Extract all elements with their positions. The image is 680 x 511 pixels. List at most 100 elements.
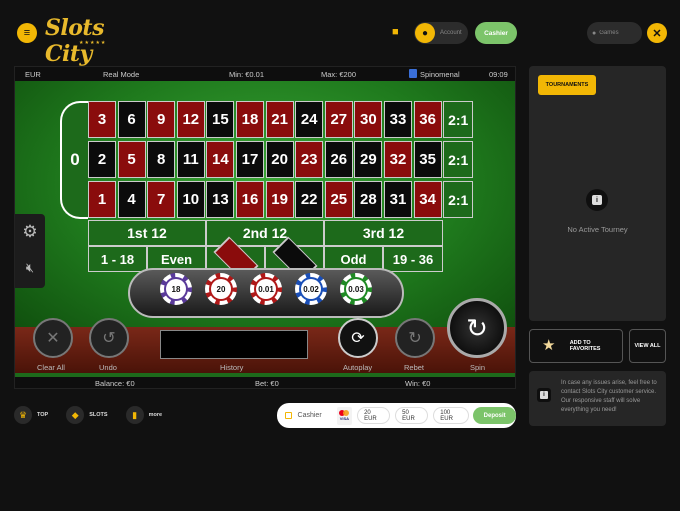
number-23[interactable]: 23 (295, 141, 324, 178)
number-27[interactable]: 27 (324, 101, 353, 138)
amount-20-button[interactable]: 20 EUR (357, 407, 391, 424)
bet-1-18[interactable]: 1 - 18 (88, 246, 147, 272)
number-35[interactable]: 35 (413, 141, 442, 178)
number-28[interactable]: 28 (354, 181, 383, 218)
balance: Balance: €0 (95, 379, 135, 388)
number-9[interactable]: 9 (147, 101, 176, 138)
column-bet-2[interactable]: 2:1 (443, 141, 474, 178)
number-34[interactable]: 34 (413, 181, 442, 218)
number-15[interactable]: 15 (206, 101, 235, 138)
column-bet-3[interactable]: 2:1 (443, 181, 474, 218)
number-29[interactable]: 29 (354, 141, 383, 178)
amount-100-button[interactable]: 100 EUR (433, 407, 470, 424)
spin-button[interactable]: ↻ (447, 298, 507, 358)
star-icon: ★ (542, 337, 556, 354)
chip-value: 0.01 (256, 279, 276, 299)
info-icon-wrap: i (537, 388, 551, 402)
amount-50-button[interactable]: 50 EUR (395, 407, 429, 424)
tournaments-tab[interactable]: TOURNAMENTS (538, 75, 596, 95)
no-tourney-text: No Active Tourney (567, 225, 628, 234)
number-26[interactable]: 26 (324, 141, 353, 178)
info-icon-wrap: i (586, 189, 608, 211)
chip-0.03[interactable]: 0.03 (340, 273, 372, 305)
settings-panel: ⚙ 🔇︎ (15, 214, 45, 288)
number-20[interactable]: 20 (265, 141, 294, 178)
chip-0.01[interactable]: 0.01 (250, 273, 282, 305)
number-36[interactable]: 36 (413, 101, 442, 138)
number-1[interactable]: 1 (88, 181, 116, 218)
number-7[interactable]: 7 (147, 181, 176, 218)
account-button[interactable]: ● Account (414, 22, 468, 44)
bet-19-36[interactable]: 19 - 36 (383, 246, 443, 272)
number-17[interactable]: 17 (236, 141, 264, 178)
dozen-1[interactable]: 1st 12 (88, 220, 206, 246)
number-22[interactable]: 22 (295, 181, 324, 218)
number-12[interactable]: 12 (176, 101, 205, 138)
games-search[interactable]: ● (587, 22, 642, 44)
history-box[interactable] (160, 330, 308, 359)
column-bet-1[interactable]: 2:1 (443, 101, 474, 138)
top-bar: ≡ Slots City ★★★★★ ■ ● Account Cashier ●… (0, 0, 680, 67)
number-8[interactable]: 8 (147, 141, 176, 178)
chip-value: 20 (211, 279, 231, 299)
number-32[interactable]: 32 (384, 141, 412, 178)
chip-20[interactable]: 20 (205, 273, 237, 305)
autoplay-button[interactable]: ⟳ (338, 318, 378, 358)
logo[interactable]: Slots City ★★★★★ (45, 15, 135, 67)
cashier-label: Cashier (297, 412, 322, 419)
nav-top-label: TOP (37, 412, 49, 418)
number-30[interactable]: 30 (354, 101, 383, 138)
x-icon: ✕ (46, 330, 60, 347)
nav-slots-label: SLOTS (89, 412, 108, 418)
number-0[interactable]: 0 (60, 101, 88, 219)
nav-more-label: more (148, 412, 163, 418)
info-icon: i (540, 391, 548, 399)
clear-all-button[interactable]: ✕ (33, 318, 73, 358)
number-5[interactable]: 5 (117, 141, 146, 178)
number-33[interactable]: 33 (384, 101, 412, 138)
add-to-favorites-button[interactable]: ★ ADD TO FAVORITES (529, 329, 623, 363)
search-icon: ● (592, 29, 597, 37)
number-10[interactable]: 10 (176, 181, 205, 218)
number-3[interactable]: 3 (88, 101, 116, 138)
user-icon: ● (415, 23, 435, 43)
number-31[interactable]: 31 (384, 181, 412, 218)
number-25[interactable]: 25 (324, 181, 353, 218)
number-2[interactable]: 2 (88, 141, 116, 178)
autoplay-icon: ⟳ (351, 330, 365, 347)
dozen-3[interactable]: 3rd 12 (324, 220, 443, 246)
deposit-button[interactable]: Deposit (473, 407, 516, 424)
undo-button[interactable]: ↺ (89, 318, 129, 358)
gear-icon[interactable]: ⚙ (20, 222, 40, 242)
number-13[interactable]: 13 (206, 181, 235, 218)
number-21[interactable]: 21 (265, 101, 294, 138)
number-16[interactable]: 16 (236, 181, 264, 218)
number-4[interactable]: 4 (117, 181, 146, 218)
number-24[interactable]: 24 (295, 101, 324, 138)
support-text: In case any issues arise, feel free to c… (561, 380, 657, 413)
number-6[interactable]: 6 (117, 101, 146, 138)
view-all-button[interactable]: VIEW ALL (629, 329, 666, 363)
games-search-input[interactable] (599, 30, 640, 36)
number-14[interactable]: 14 (206, 141, 235, 178)
sound-off-icon[interactable]: 🔇︎ (20, 258, 40, 278)
gift-icon[interactable]: ■ (392, 26, 405, 39)
close-icon[interactable]: ✕ (647, 23, 667, 43)
chip-0.02[interactable]: 0.02 (295, 273, 327, 305)
rebet-button[interactable]: ↻ (395, 318, 435, 358)
win: Win: €0 (405, 379, 431, 388)
nav-more[interactable]: ▮ more (125, 406, 163, 424)
number-18[interactable]: 18 (236, 101, 264, 138)
nav-slots[interactable]: ◆ SLOTS (66, 406, 108, 424)
game-header: EUR Real Mode Min: €0.01 Max: €200 Spino… (15, 67, 515, 81)
visa-icon: VISA (339, 416, 350, 421)
number-11[interactable]: 11 (176, 141, 205, 178)
cashier-button[interactable]: Cashier (475, 22, 517, 44)
chip-18[interactable]: 18 (160, 273, 192, 305)
number-19[interactable]: 19 (265, 181, 294, 218)
provider: Spinomenal (420, 69, 460, 79)
payment-card-icon[interactable]: VISA (336, 406, 353, 425)
nav-top[interactable]: ♛ TOP (14, 406, 48, 424)
roulette-game: EUR Real Mode Min: €0.01 Max: €200 Spino… (14, 66, 516, 389)
menu-button[interactable]: ≡ (17, 23, 37, 43)
